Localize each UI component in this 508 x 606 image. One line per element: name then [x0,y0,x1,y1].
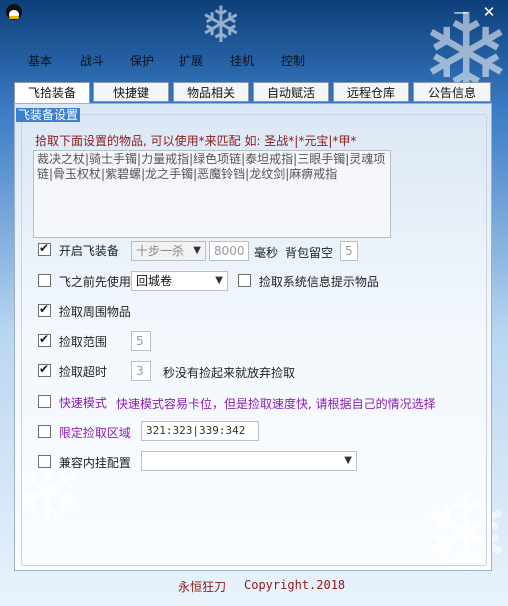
bag-reserve-input[interactable]: 5 [340,241,358,261]
compat-checkbox[interactable] [38,455,51,468]
pick-around-checkbox[interactable] [38,302,51,317]
chevron-down-icon: ▼ [344,455,352,466]
limit-area-checkbox[interactable] [38,425,51,438]
fast-mode-row: 快速模式 [38,394,107,412]
pick-range-input[interactable]: 5 [131,331,151,351]
limit-area-label: 限定捡取区域 [58,426,131,440]
compat-label: 兼容内挂配置 [58,456,131,470]
menu-extend[interactable]: 扩展 [179,52,203,69]
limit-area-input[interactable]: 321:323|339:342 [141,421,259,441]
footer-copyright: Copyright.2018 [244,578,346,592]
items-textarea[interactable]: 裁决之杖|骑士手镯|力量戒指|绿色项链|泰坦戒指|三眼手镯|灵魂项链|骨玉权杖|… [33,150,391,238]
title-bar: — ✕ [0,0,508,26]
sys-pick-checkbox[interactable] [238,274,251,287]
tab-remote-storage[interactable]: 远程仓库 [333,82,409,102]
fly-mode-value: 十步一杀 [136,244,185,258]
tab-bar: 飞拾装备 快捷键 物品相关 自动赋活 远程仓库 公告信息 [14,82,492,104]
fly-mode-select[interactable]: 十步一杀 ▼ [131,241,206,261]
compat-row: 兼容内挂配置 [38,454,131,472]
fast-mode-desc: 快速模式容易卡位，但是捡取速度快, 请根据自己的情况选择 [116,397,436,411]
fly-before-label: 飞之前先使用 [58,275,131,289]
pick-range-checkbox[interactable] [38,332,51,347]
sys-pick-label: 捡取系统信息提示物品 [258,275,379,289]
fly-before-value: 回城卷 [136,274,173,288]
compat-select[interactable]: ▼ [141,451,357,471]
group-title: 飞装备设置 [16,108,81,122]
chevron-down-icon: ▼ [193,245,201,256]
pick-timeout-suffix: 秒没有捡起来就放弃捡取 [163,366,296,380]
sys-pick-row: 捡取系统信息提示物品 [238,273,379,291]
pick-timeout-label: 捡取超时 [58,365,107,379]
menu-protect[interactable]: 保护 [130,52,154,69]
fly-equip-label: 开启飞装备 [58,244,119,258]
tab-fly-pick[interactable]: 飞拾装备 [14,82,90,104]
tab-notice[interactable]: 公告信息 [413,82,491,102]
fast-mode-label: 快速模式 [58,396,107,410]
tab-hotkeys[interactable]: 快捷键 [93,82,169,102]
limit-area-row: 限定捡取区域 [38,424,131,442]
pick-timeout-row: 捡取超时 [38,362,107,381]
pick-range-label: 捡取范围 [58,335,107,349]
pick-timeout-input[interactable]: 3 [131,361,151,381]
fly-before-row: 飞之前先使用 [38,273,131,291]
penguin-icon [6,4,22,20]
pick-timeout-checkbox[interactable] [38,362,51,377]
minimize-button[interactable]: — [450,2,472,22]
close-button[interactable]: ✕ [478,2,500,22]
menu-battle[interactable]: 战斗 [80,52,104,69]
fly-equip-row: 开启飞装备 [38,241,119,260]
tab-items[interactable]: 物品相关 [173,82,249,102]
fly-ms-input[interactable]: 8000 [209,241,249,261]
fly-before-select[interactable]: 回城卷 ▼ [131,271,228,291]
tab-auto-revive[interactable]: 自动赋活 [253,82,329,102]
pick-around-row: 捡取周围物品 [38,302,131,321]
chevron-down-icon: ▼ [215,275,223,286]
menu-control[interactable]: 控制 [281,52,305,69]
pick-range-row: 捡取范围 [38,332,107,351]
bag-reserve-label: 背包留空 [285,246,334,260]
ms-label: 毫秒 [254,246,279,260]
footer-author: 永恒狂刀 [178,580,227,594]
menu-idle[interactable]: 挂机 [230,52,254,69]
fly-equip-checkbox[interactable] [38,241,51,256]
fast-mode-checkbox[interactable] [38,395,51,408]
pick-around-label: 捡取周围物品 [58,305,131,319]
fly-before-checkbox[interactable] [38,274,51,287]
menu-basic[interactable]: 基本 [28,52,52,69]
pick-hint: 拾取下面设置的物品, 可以使用*来匹配 如: 圣战*|*元宝|*甲* [35,134,357,148]
